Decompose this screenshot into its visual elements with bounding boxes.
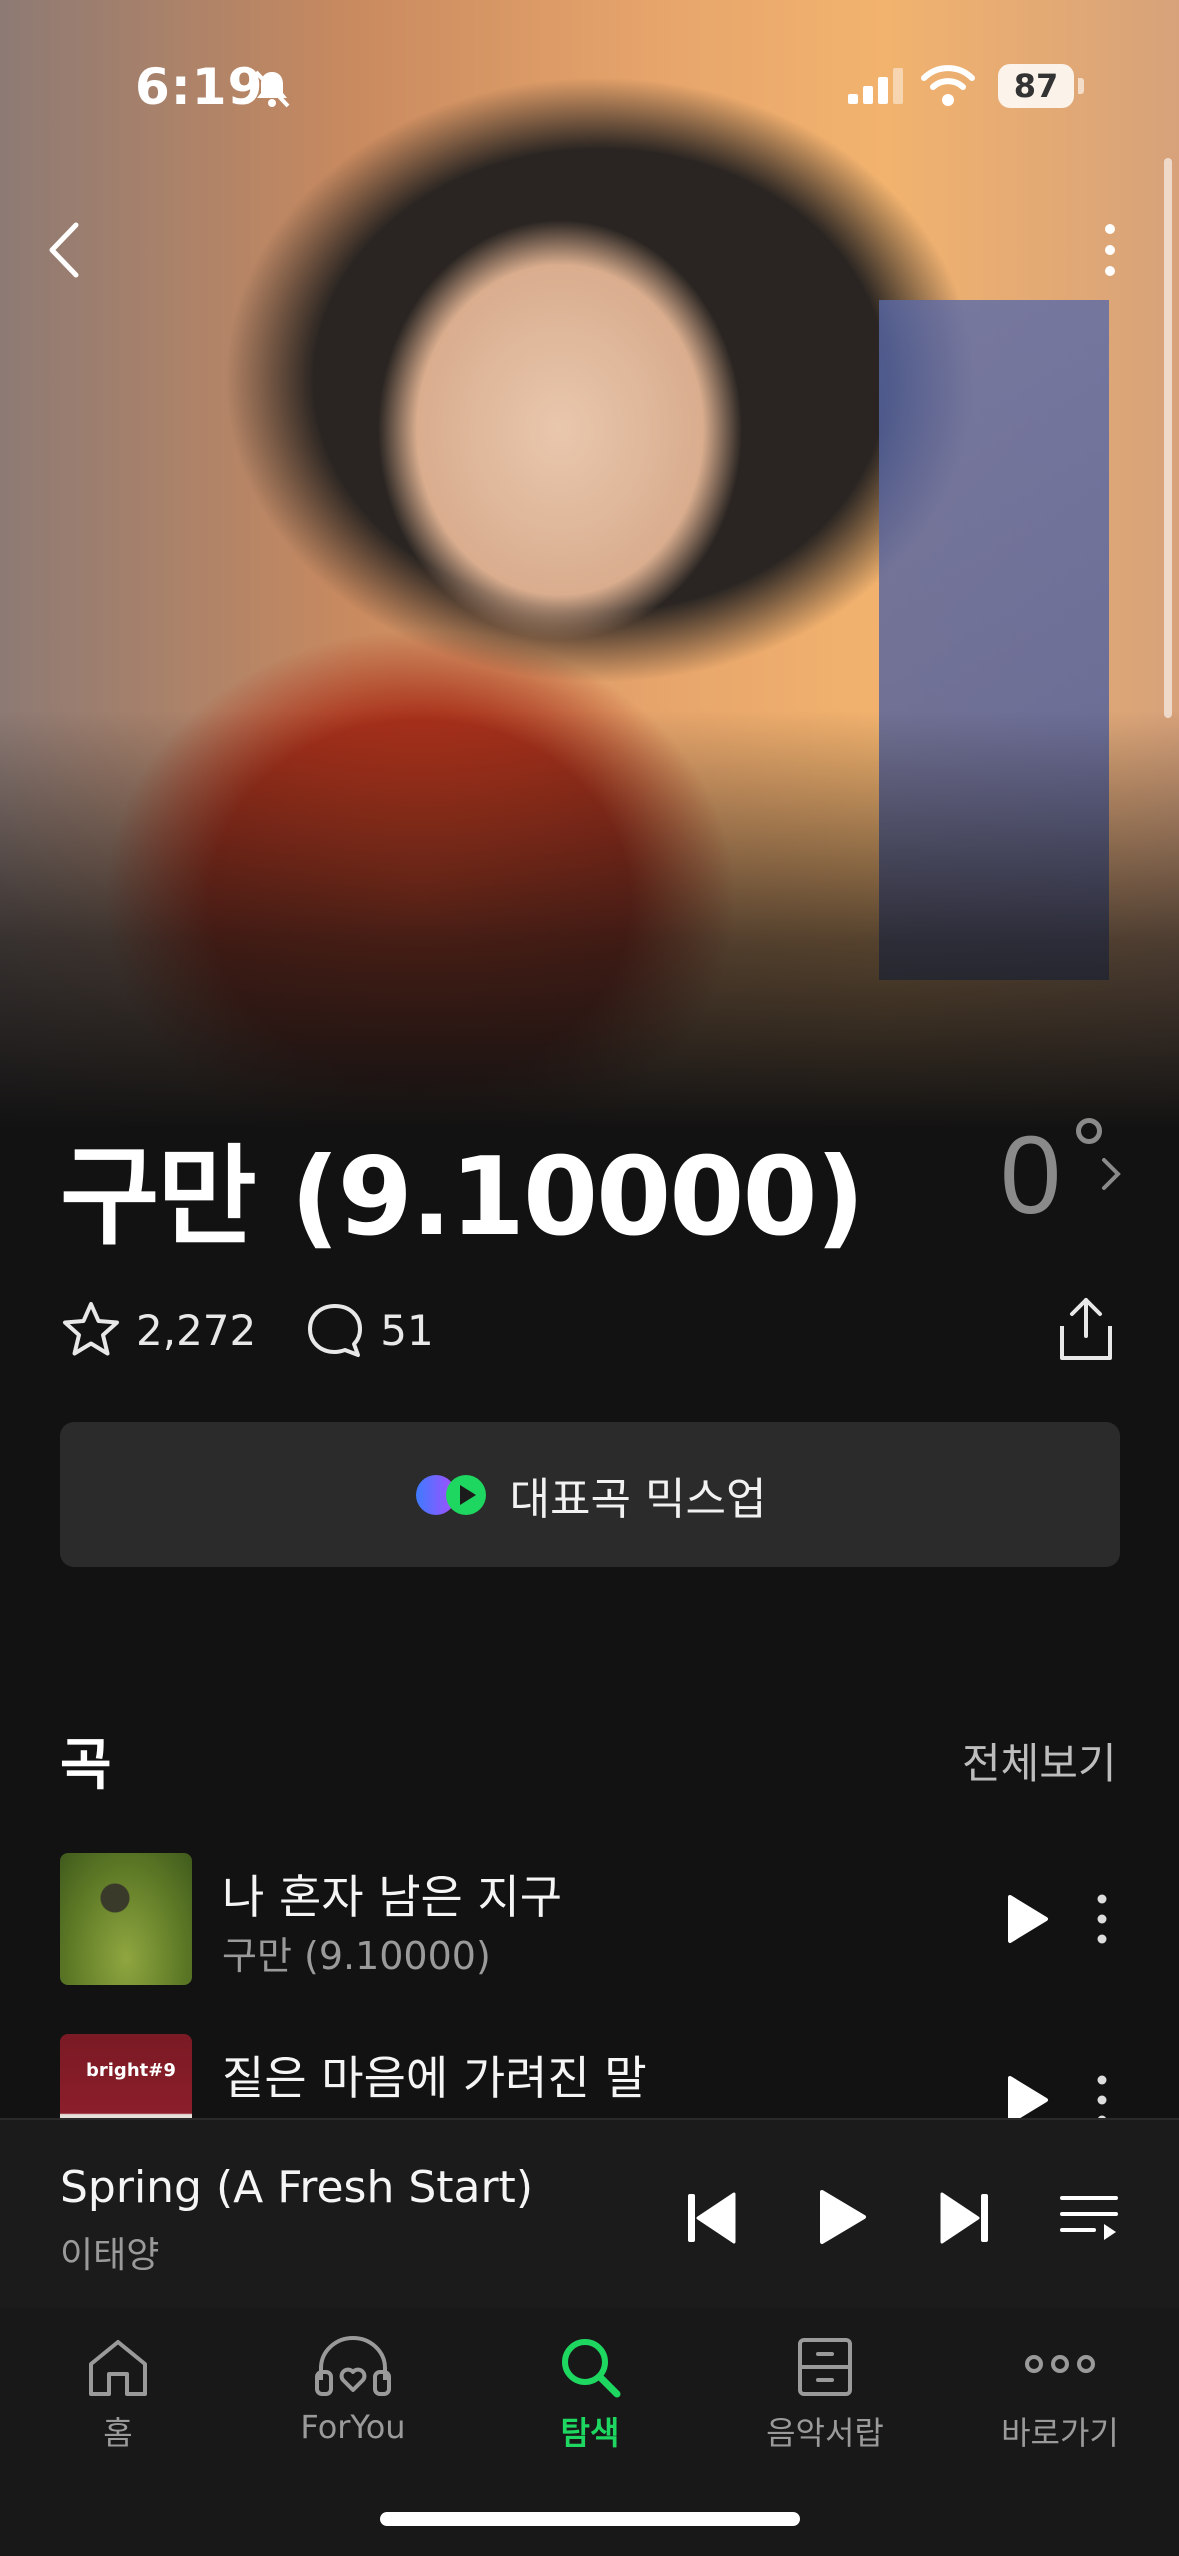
share-icon[interactable] [1056, 1296, 1116, 1362]
more-dots-icon [1025, 2355, 1095, 2373]
song-title: 짙은 마음에 가려진 말 [222, 2051, 647, 2105]
tab-shortcuts[interactable]: 바로가기 [960, 2328, 1160, 2478]
status-bar: 6:19 87 [0, 0, 1179, 160]
song-artist: 구만 (9.10000) [222, 1934, 491, 1978]
scroll-indicator [1164, 158, 1172, 718]
headphones-heart-icon [315, 2336, 391, 2396]
search-icon [562, 2339, 621, 2398]
tab-search[interactable]: 탐색 [490, 2328, 690, 2478]
home-icon [89, 2340, 147, 2396]
song-row[interactable]: 나 혼자 남은 지구 구만 (9.10000) [60, 1853, 1140, 1985]
battery-cap [1078, 78, 1084, 94]
favorite-count: 2,272 [136, 1305, 257, 1355]
mixup-button[interactable]: 대표곡 믹스업 [60, 1422, 1120, 1567]
battery-indicator: 87 [998, 64, 1074, 108]
comment-count: 51 [380, 1305, 434, 1355]
star-icon[interactable] [60, 1299, 122, 1361]
drawer-icon [798, 2338, 852, 2396]
playlist-queue-icon[interactable] [1058, 2190, 1120, 2246]
more-vertical-icon[interactable] [1090, 1891, 1114, 1947]
artist-temperature[interactable]: 0 [1000, 1112, 1061, 1239]
see-all-link[interactable]: 전체보기 [962, 1730, 1117, 1791]
tab-label: 탐색 [560, 2414, 620, 2452]
mini-player[interactable]: Spring (A Fresh Start) 이태양 [0, 2118, 1179, 2308]
songs-section-title: 곡 [60, 1733, 112, 1798]
now-playing-artist: 이태양 [60, 2235, 160, 2276]
tab-home[interactable]: 홈 [18, 2328, 218, 2478]
artist-hero-image [0, 0, 1179, 1130]
song-title: 나 혼자 남은 지구 [222, 1870, 563, 1924]
artist-name: 구만 (9.10000) [60, 1135, 865, 1260]
album-art [60, 1853, 192, 1985]
play-icon[interactable] [814, 2186, 870, 2248]
cellular-signal-icon [848, 68, 903, 104]
now-playing-title: Spring (A Fresh Start) [60, 2162, 533, 2213]
degree-icon [1076, 1118, 1102, 1144]
mixup-label: 대표곡 믹스업 [509, 1473, 767, 1525]
tab-label: ForYou [300, 2408, 406, 2446]
mixup-icon [415, 1474, 486, 1515]
home-indicator [380, 2512, 800, 2526]
hero-fade [0, 710, 1179, 1130]
chevron-right-icon[interactable] [1100, 1156, 1122, 1192]
tab-label: 홈 [103, 2414, 133, 2452]
silent-bell-icon [254, 70, 290, 108]
tab-label: 바로가기 [1001, 2414, 1119, 2452]
more-vertical-icon[interactable] [1090, 215, 1130, 285]
comment-icon[interactable] [304, 1299, 366, 1361]
artist-stats: 2,272 51 [60, 1295, 482, 1365]
play-icon[interactable] [998, 1891, 1054, 1947]
status-time: 6:19 [135, 58, 264, 116]
tab-music-drawer[interactable]: 음악서랍 [725, 2328, 925, 2478]
tab-label: 음악서랍 [766, 2414, 884, 2452]
album-art-text: bright#9 [86, 2060, 176, 2081]
skip-next-icon[interactable] [936, 2188, 992, 2248]
skip-previous-icon[interactable] [684, 2188, 740, 2248]
tab-foryou[interactable]: ForYou [253, 2328, 453, 2478]
back-chevron-icon[interactable] [40, 215, 100, 285]
wifi-icon [921, 65, 975, 106]
